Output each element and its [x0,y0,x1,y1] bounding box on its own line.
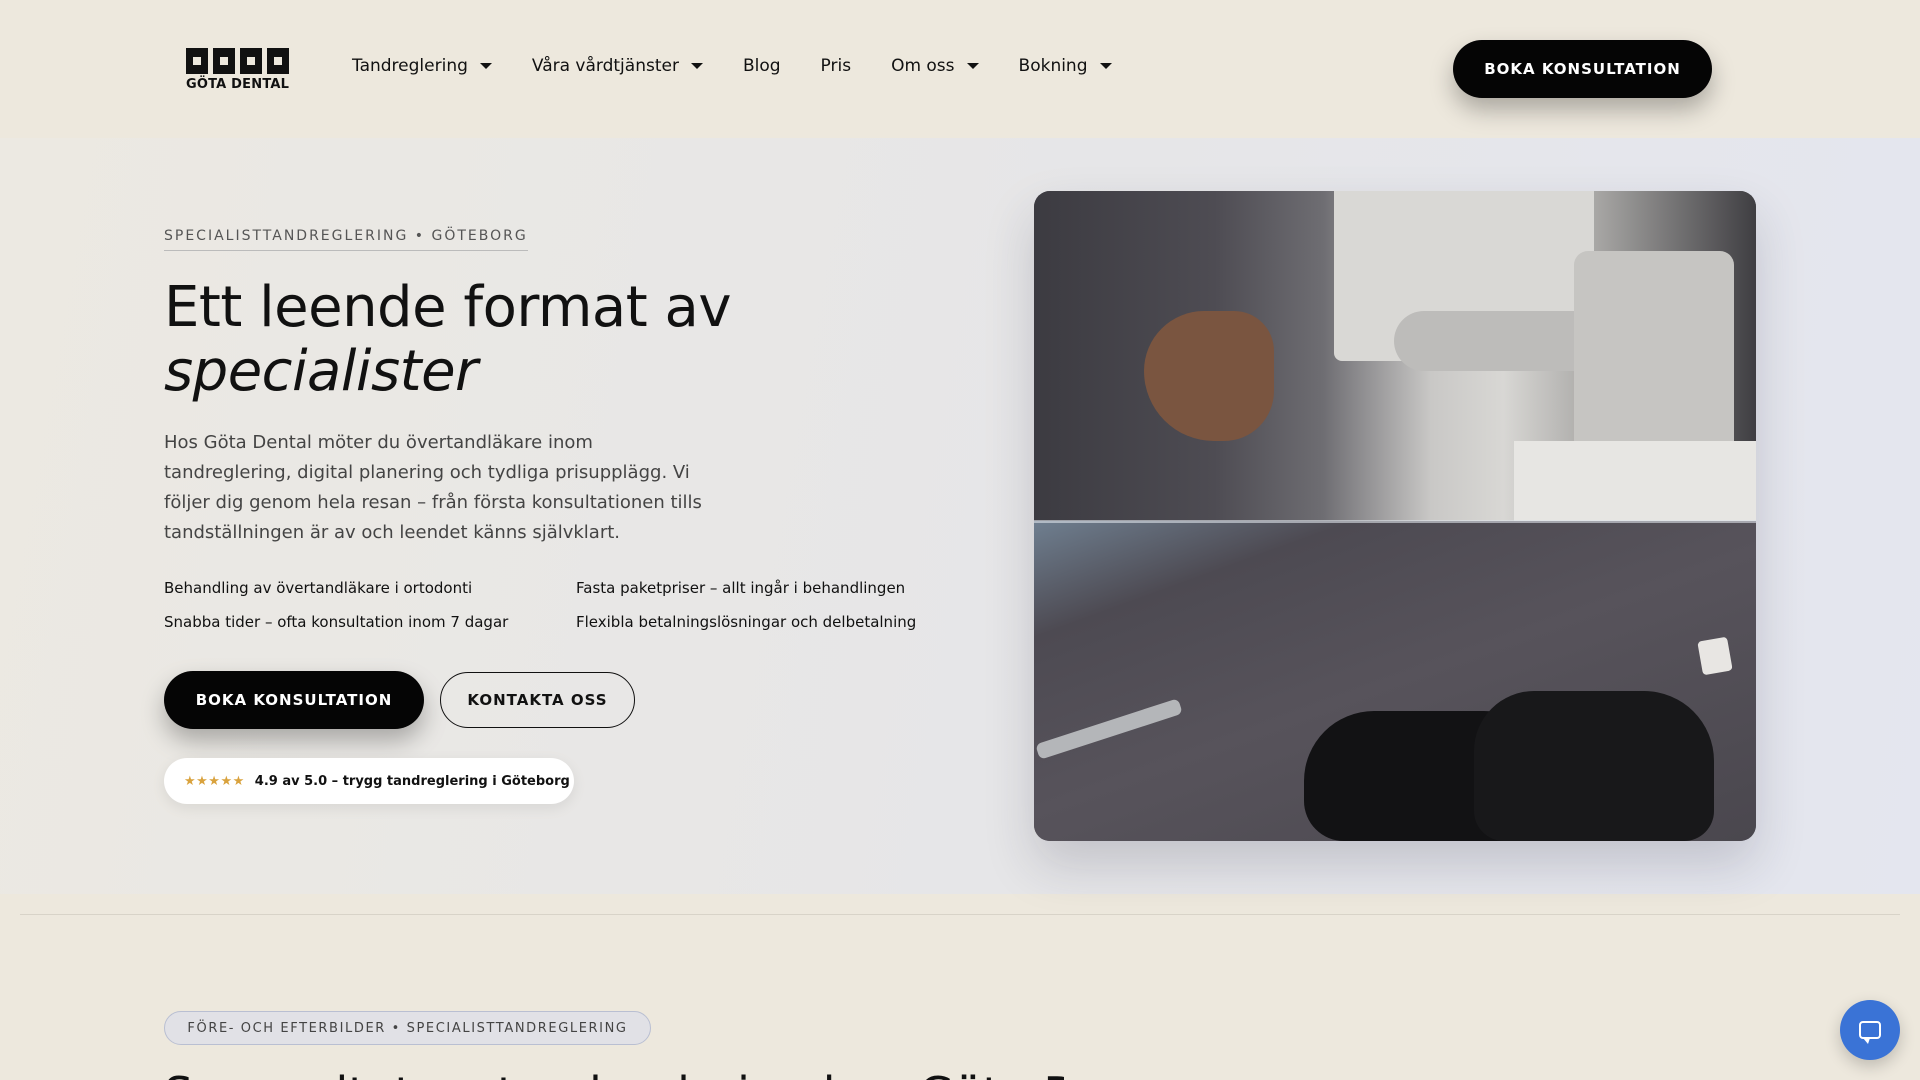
chat-button[interactable] [1840,1000,1900,1060]
logo-square [240,48,262,74]
nav-item-pris[interactable]: Pris [821,56,852,76]
nav-item-tandreglering[interactable]: Tandreglering [352,56,492,76]
hero-headline: Ett leende format av specialister [164,276,864,404]
header-book-consultation-button[interactable]: BOKA KONSULTATION [1453,40,1712,98]
caret-down-icon [966,63,979,69]
feature-item: Behandling av övertandläkare i ortodonti [164,579,473,597]
main-nav: Tandreglering Våra vårdtjänster Blog Pri… [352,56,1152,76]
nav-item-label: Om oss [891,56,955,76]
photo-divider [1034,520,1756,523]
nav-item-bokning[interactable]: Bokning [1019,56,1112,76]
nav-item-label: Tandreglering [352,56,468,76]
hero-eyebrow: SPECIALISTTANDREGLERING • GÖTEBORG [164,228,528,251]
headline-emphasis: specialister [164,339,478,404]
logo-mark [186,48,290,74]
section-divider [20,914,1900,915]
headline-line: Ett leende format av [164,275,731,340]
photo-badge [1697,636,1733,676]
rating-text: 4.9 av 5.0 – trygg tandreglering i Göteb… [254,773,570,789]
logo-square [213,48,235,74]
logo-square [267,48,289,74]
rating-badge: ★★★★★ 4.9 av 5.0 – trygg tandreglering i… [164,758,574,804]
caret-down-icon [690,63,703,69]
caret-down-icon [1099,63,1112,69]
feature-list: Behandling av övertandläkare i ortodonti… [164,578,954,632]
nav-item-vardtjanster[interactable]: Våra vårdtjänster [532,56,703,76]
logo[interactable]: GÖTA DENTAL [186,48,290,94]
feature-item: Fasta paketpriser – allt ingår i behandl… [576,579,906,597]
photo-glove [1474,691,1714,841]
feature-item: Flexibla betalningslösningar och delbeta… [576,613,917,631]
nav-item-label: Våra vårdtjänster [531,56,679,76]
hero-photo-collage [1034,191,1756,841]
star-rating-icon: ★★★★★ [184,773,245,789]
nav-item-label: Blog [742,56,781,76]
section-pill: FÖRE- OCH EFTERBILDER • SPECIALISTTANDRE… [164,1011,651,1045]
contact-us-button[interactable]: KONTAKTA OSS [440,672,635,728]
logo-text: GÖTA DENTAL [186,77,290,92]
nav-item-label: Bokning [1018,56,1088,76]
caret-down-icon [479,63,492,69]
logo-square [186,48,208,74]
feature-item: Snabba tider – ofta konsultation inom 7 … [164,613,509,631]
section-heading: Se resultat av tandreglering hos Göta De… [164,1064,1064,1080]
hero-book-consultation-button[interactable]: BOKA KONSULTATION [164,671,424,729]
nav-item-blog[interactable]: Blog [743,56,781,76]
hero-lead: Hos Göta Dental möter du övertandläkare … [164,432,702,543]
chat-bubble-icon [1859,1021,1881,1044]
section-heading-text: Se resultat av tandreglering hos Göta De… [164,1064,1064,1080]
site-header: GÖTA DENTAL Tandreglering Våra vårdtjäns… [0,0,1920,138]
photo-instrument-tray [1514,441,1756,521]
nav-item-label: Pris [820,56,852,76]
nav-item-om-oss[interactable]: Om oss [891,56,979,76]
